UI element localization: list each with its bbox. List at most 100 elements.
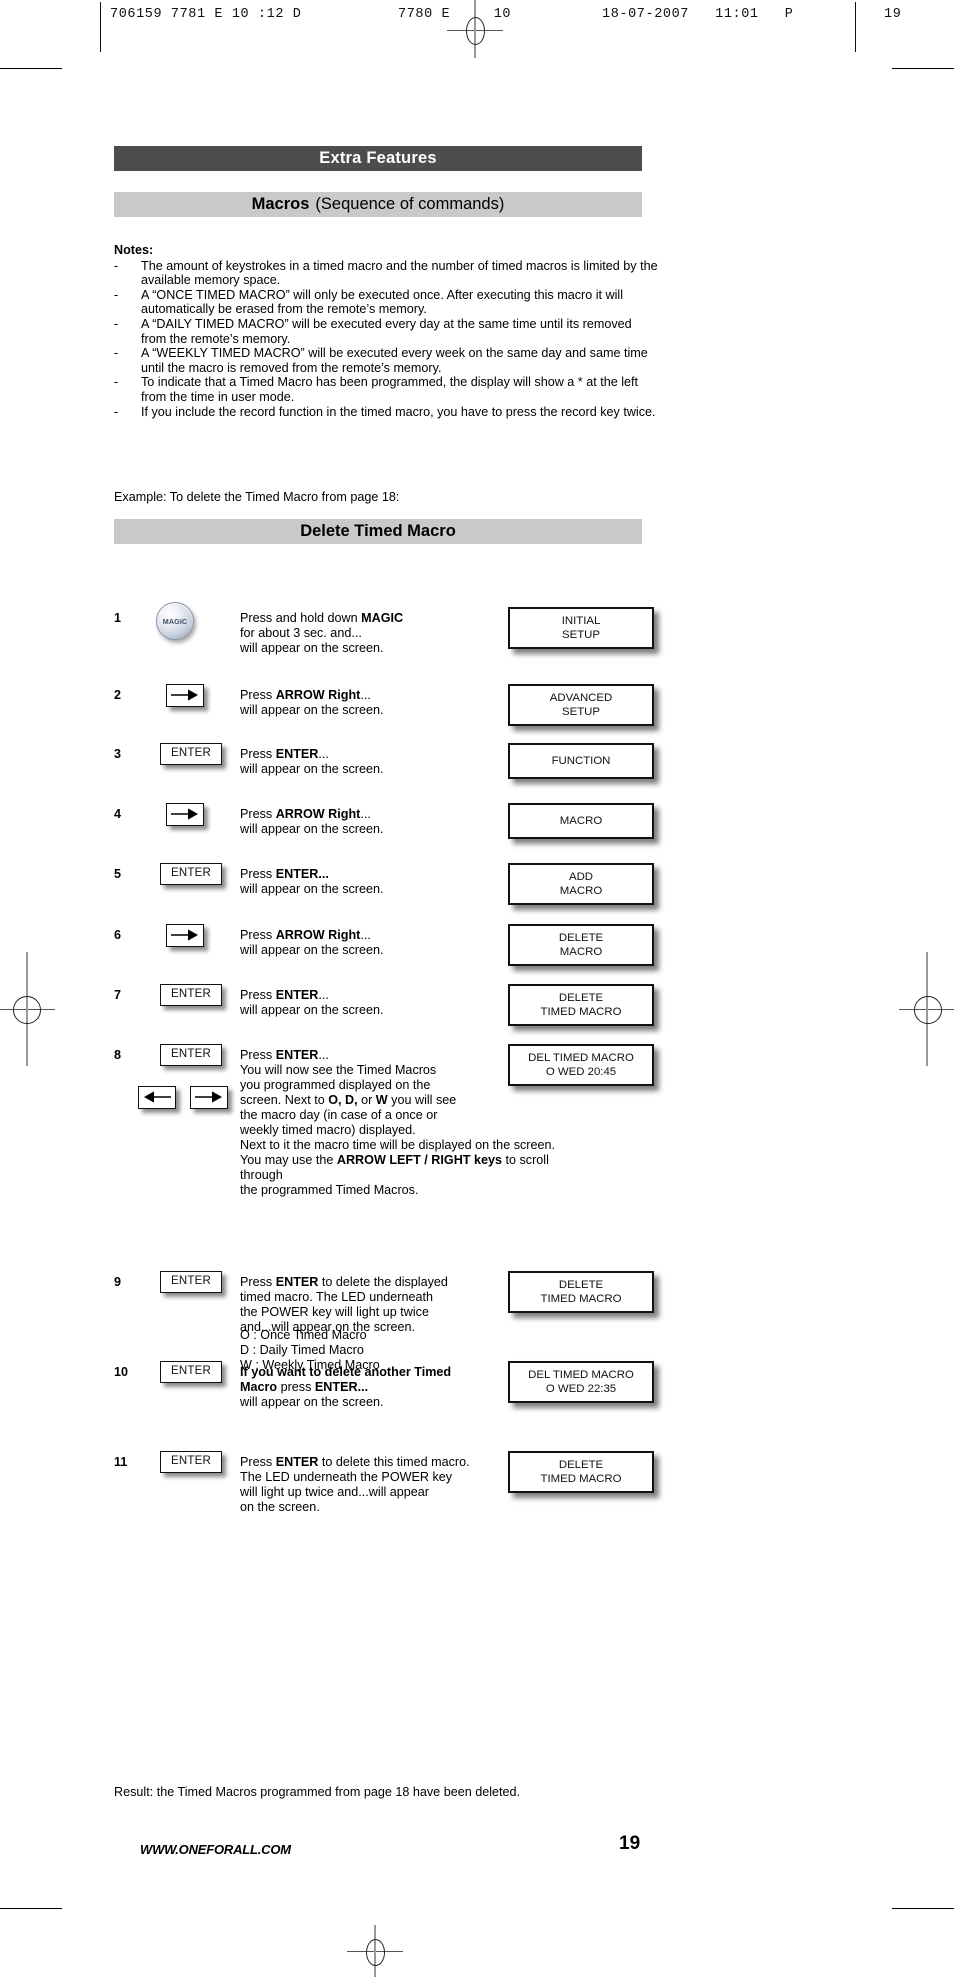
legend-item: O : Once Timed Macro xyxy=(240,1328,367,1342)
step-instruction-line: Press ENTER... xyxy=(240,867,520,882)
plain-text: You may use the xyxy=(240,1153,337,1167)
step-instruction: Press ARROW Right... will appear on the s… xyxy=(240,688,520,718)
emphasis-text: ARROW LEFT / RIGHT keys xyxy=(336,1153,502,1167)
arrow-right-key-icon[interactable] xyxy=(166,924,204,947)
note-bullet-marker: - xyxy=(114,258,119,273)
plain-text: you programmed displayed on the xyxy=(240,1078,431,1092)
plain-text: ... xyxy=(318,1048,329,1062)
step-instruction-line: will appear on the screen. xyxy=(240,1003,520,1018)
remote-display-screen: FUNCTION xyxy=(508,743,654,779)
plain-text: will appear on the screen. xyxy=(240,882,384,896)
enter-key-icon[interactable]: ENTER xyxy=(160,984,222,1006)
plain-text: Press xyxy=(240,988,276,1002)
step-instruction: Press ARROW Right... will appear on the s… xyxy=(240,807,520,837)
plain-text: ... xyxy=(360,928,371,942)
emphasis-text: ENTER xyxy=(275,1455,319,1469)
plain-text: or xyxy=(357,1093,376,1107)
emphasis-text: ENTER... xyxy=(275,867,329,881)
footer-website[interactable]: WWW.ONEFORALL.COM xyxy=(140,1842,291,1857)
step-instruction-line: Macro press ENTER... xyxy=(240,1380,520,1395)
remote-display-wrapper: DELETE TIMED MACRO xyxy=(508,1271,654,1313)
enter-key-icon[interactable]: ENTER xyxy=(160,863,222,885)
step-instruction-line: Press ARROW Right... xyxy=(240,928,520,943)
note-text: The amount of keystrokes in a timed macr… xyxy=(141,258,658,288)
macro-type-legend: O : Once Timed Macro D : Daily Timed Macr… xyxy=(240,1328,540,1373)
step-instruction: Press ENTER... will appear on the screen. xyxy=(240,988,520,1018)
display-line: DELETE xyxy=(558,1459,604,1471)
step-instruction-line: Press ARROW Right... xyxy=(240,688,520,703)
arrow-right-key-icon[interactable] xyxy=(190,1086,228,1109)
notes-heading: Notes: xyxy=(114,243,154,257)
step-instruction-line: Next to it the macro time will be displa… xyxy=(240,1138,570,1153)
step-instruction-line: weekly timed macro) displayed. xyxy=(240,1123,570,1138)
display-line: DELETE xyxy=(558,1279,604,1291)
plain-text: You will now see the Timed Macros xyxy=(240,1063,437,1077)
arrow-left-key-icon[interactable] xyxy=(138,1086,176,1109)
remote-display-wrapper: INITIAL SETUP xyxy=(508,607,654,649)
note-text: If you include the record function in th… xyxy=(141,404,656,419)
note-text: A “DAILY TIMED MACRO” will be executed e… xyxy=(141,316,632,346)
step-number: 11 xyxy=(114,1455,128,1469)
enter-key-icon[interactable]: ENTER xyxy=(160,743,222,765)
result-line: Result: the Timed Macros programmed from… xyxy=(114,1785,521,1799)
plain-text: screen. Next to xyxy=(240,1093,329,1107)
note-item: - To indicate that a Timed Macro has been… xyxy=(114,375,660,404)
emphasis-text: ENTER xyxy=(275,1048,319,1062)
step-instruction-line: will appear on the screen. xyxy=(240,882,520,897)
magic-key-icon[interactable]: MAGIC xyxy=(156,602,194,640)
step-number: 6 xyxy=(114,928,122,942)
enter-key-icon[interactable]: ENTER xyxy=(160,1271,222,1293)
step-instruction-line: Press ENTER to delete this timed macro. xyxy=(240,1455,520,1470)
step-instruction-line: Press ARROW Right... xyxy=(240,807,520,822)
enter-key-icon[interactable]: ENTER xyxy=(160,1361,222,1383)
display-line: TIMED MACRO xyxy=(540,1006,622,1018)
emphasis-text: ARROW Right xyxy=(275,928,361,942)
step-number: 5 xyxy=(114,867,122,881)
step-instruction-line: the programmed Timed Macros. xyxy=(240,1183,570,1198)
display-line: SETUP xyxy=(562,629,600,641)
arrow-right-key-icon[interactable] xyxy=(166,684,204,707)
remote-display-wrapper: DELETE TIMED MACRO xyxy=(508,984,654,1026)
remote-display-screen: ADVANCED SETUP xyxy=(508,684,654,726)
notes-list: - The amount of keystrokes in a timed mac… xyxy=(114,259,660,420)
plain-text: Press xyxy=(240,747,276,761)
step-number: 1 xyxy=(114,611,122,625)
step-instruction-line: will appear on the screen. xyxy=(240,822,520,837)
step-instruction-line: Press ENTER to delete the displayed xyxy=(240,1275,520,1290)
plain-text: Press xyxy=(240,688,276,702)
plain-text: timed macro. The LED underneath xyxy=(240,1290,433,1304)
manual-page: Extra Features Macros (Sequence of comma… xyxy=(0,0,954,1979)
emphasis-text: ENTER xyxy=(275,1275,319,1289)
enter-key-icon[interactable]: ENTER xyxy=(160,1044,222,1066)
legend-item: D : Daily Timed Macro xyxy=(240,1343,364,1357)
plain-text: weekly timed macro) displayed. xyxy=(240,1123,416,1137)
plain-text: you will see xyxy=(387,1093,457,1107)
footer-page-number: 19 xyxy=(619,1833,641,1854)
topic-subtitle: (Sequence of commands) xyxy=(315,195,505,213)
plain-text: the macro day (in case of a once or xyxy=(240,1108,438,1122)
note-item: - A “WEEKLY TIMED MACRO” will be executed… xyxy=(114,346,660,375)
plain-text: Press xyxy=(240,867,276,881)
remote-display-wrapper: FUNCTION xyxy=(508,743,654,779)
note-text: A “WEEKLY TIMED MACRO” will be executed … xyxy=(141,346,648,375)
arrow-right-key-icon[interactable] xyxy=(166,803,204,826)
step-number: 9 xyxy=(114,1275,122,1289)
remote-display-screen: DEL TIMED MACRO O WED 20:45 xyxy=(508,1044,654,1086)
step-number: 8 xyxy=(114,1048,122,1062)
emphasis-text: ARROW Right xyxy=(275,688,361,702)
emphasis-text: ARROW Right xyxy=(275,807,361,821)
display-line: O WED 22:35 xyxy=(545,1383,617,1395)
remote-display-screen: DELETE TIMED MACRO xyxy=(508,1271,654,1313)
note-bullet-marker: - xyxy=(114,316,119,331)
enter-key-icon[interactable]: ENTER xyxy=(160,1451,222,1473)
legend-item: W : Weekly Timed Macro xyxy=(240,1358,380,1372)
emphasis-text: ENTER... xyxy=(314,1380,369,1394)
plain-text: the POWER key will light up twice xyxy=(240,1305,429,1319)
emphasis-text: MAGIC xyxy=(361,611,404,625)
step-instruction: Press ENTER to delete this timed macro. T… xyxy=(240,1455,520,1515)
step-instruction-line: will appear on the screen. xyxy=(240,1395,520,1410)
plain-text: Next to it the macro time will be displa… xyxy=(240,1138,555,1152)
display-line: SETUP xyxy=(562,706,600,718)
step-instruction: Press ENTER... will appear on the screen. xyxy=(240,867,520,897)
step-instruction-line: will appear on the screen. xyxy=(240,943,520,958)
